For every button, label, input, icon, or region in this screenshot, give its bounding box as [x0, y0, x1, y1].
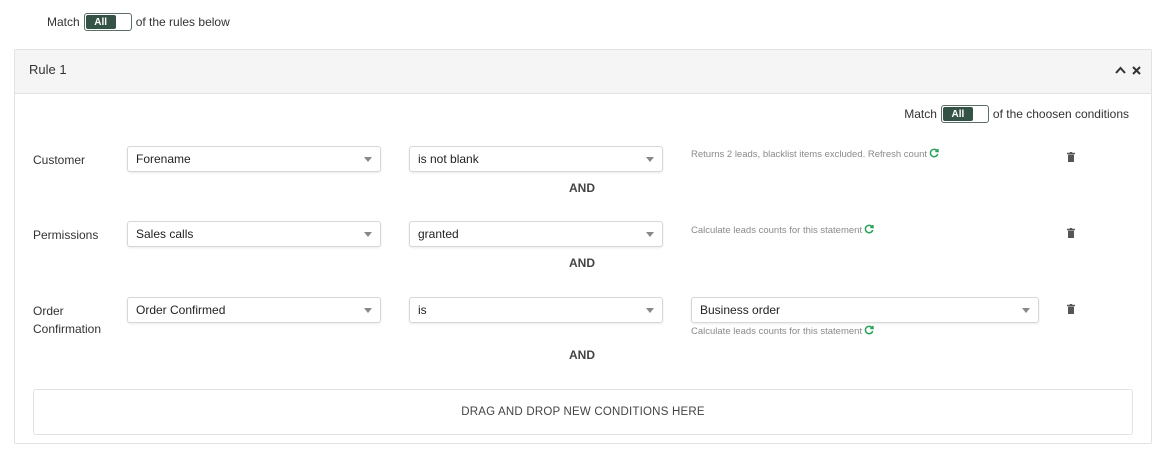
- operator-select[interactable]: granted: [409, 221, 663, 247]
- trash-icon[interactable]: [1067, 225, 1075, 243]
- condition-label: Order Confirmation: [33, 304, 102, 336]
- match-prefix: Match: [904, 107, 937, 121]
- refresh-icon[interactable]: [864, 325, 874, 338]
- conditions-match-control: Match All of the choosen conditions: [904, 104, 1129, 124]
- chevron-down-icon: [364, 157, 372, 162]
- condition-label: Customer: [33, 153, 86, 167]
- close-icon[interactable]: [1132, 64, 1141, 78]
- field-select[interactable]: Sales calls: [127, 221, 381, 247]
- trash-icon[interactable]: [1067, 301, 1075, 319]
- condition-dropzone[interactable]: DRAG AND DROP NEW CONDITIONS HERE: [33, 389, 1133, 435]
- refresh-icon[interactable]: [929, 148, 939, 161]
- rule-title: Rule 1: [29, 62, 67, 77]
- match-prefix: Match: [47, 15, 80, 29]
- chevron-down-icon: [1022, 308, 1030, 313]
- chevron-down-icon: [646, 308, 654, 313]
- trash-icon[interactable]: [1067, 149, 1075, 167]
- operator-select[interactable]: is: [409, 297, 663, 323]
- rule-header: Rule 1: [15, 50, 1151, 94]
- match-all-toggle[interactable]: All: [940, 105, 989, 123]
- and-connector: AND: [569, 348, 595, 362]
- collapse-icon[interactable]: [1115, 64, 1126, 78]
- match-suffix: of the choosen conditions: [992, 107, 1129, 121]
- chevron-down-icon: [364, 308, 372, 313]
- match-all-toggle[interactable]: All: [83, 13, 132, 31]
- lead-count-hint: Calculate leads counts for this statemen…: [691, 224, 874, 237]
- chevron-down-icon: [646, 232, 654, 237]
- toggle-label: All: [85, 15, 116, 29]
- chevron-down-icon: [646, 157, 654, 162]
- rules-match-control: Match All of the rules below: [47, 12, 230, 32]
- lead-count-hint: Returns 2 leads, blacklist items exclude…: [691, 148, 939, 161]
- refresh-icon[interactable]: [864, 224, 874, 237]
- operator-select[interactable]: is not blank: [409, 146, 663, 172]
- rule-header-actions: [1115, 64, 1141, 78]
- match-suffix: of the rules below: [135, 15, 230, 29]
- toggle-label: All: [942, 107, 973, 121]
- field-select[interactable]: Order Confirmed: [127, 297, 381, 323]
- and-connector: AND: [569, 181, 595, 195]
- field-select[interactable]: Forename: [127, 146, 381, 172]
- chevron-down-icon: [364, 232, 372, 237]
- and-connector: AND: [569, 256, 595, 270]
- lead-count-hint: Calculate leads counts for this statemen…: [691, 325, 874, 338]
- value-select[interactable]: Business order: [691, 297, 1039, 323]
- condition-label: Permissions: [33, 228, 99, 242]
- rule-panel: Rule 1 Match All of the choosen conditio…: [14, 49, 1152, 444]
